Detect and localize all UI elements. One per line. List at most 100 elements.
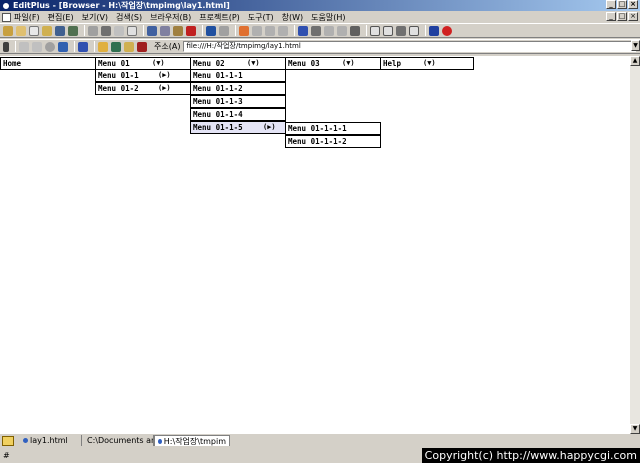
- menu-view[interactable]: 보기(V): [82, 12, 108, 23]
- toolbar-separator: [74, 41, 75, 52]
- menu-01-1-2-label: Menu 01-1-2: [193, 84, 243, 93]
- doc-close-button[interactable]: ×: [628, 12, 638, 21]
- editplus-app-icon: [2, 1, 10, 10]
- menu-file[interactable]: 파일(F): [14, 12, 40, 23]
- vertical-scrollbar[interactable]: ▲ ▼: [630, 56, 640, 434]
- find-icon[interactable]: [239, 25, 249, 36]
- maximize-button[interactable]: □: [617, 0, 627, 9]
- find-next-icon[interactable]: [252, 25, 262, 36]
- tab-label: lay1.html: [30, 436, 68, 445]
- word-wrap-icon[interactable]: [311, 25, 321, 36]
- home-icon[interactable]: [98, 41, 108, 52]
- minimize-button[interactable]: _: [606, 0, 616, 9]
- font-size-icon[interactable]: [78, 41, 88, 52]
- stop-icon[interactable]: [442, 25, 452, 36]
- save-icon[interactable]: [55, 25, 65, 36]
- open-icon[interactable]: [42, 25, 52, 36]
- menu-edit[interactable]: 편집(E): [48, 12, 74, 23]
- menu-01-1[interactable]: Menu 01-1 (▶): [95, 69, 191, 82]
- menu-01-label: Menu 01: [98, 59, 130, 68]
- column-select-icon[interactable]: [350, 25, 360, 36]
- document-icon[interactable]: [2, 12, 11, 22]
- menu-01-2[interactable]: Menu 01-2 (▶): [95, 82, 191, 95]
- menu-01-1-1-label: Menu 01-1-1: [193, 71, 243, 80]
- browser-toolbar: 주소(A) file:///H:/작업장/tmpimg/lay1.html: [0, 39, 640, 54]
- menu-help-link[interactable]: Help (▼): [380, 57, 474, 70]
- menu-help[interactable]: 도움말(H): [311, 12, 345, 23]
- scroll-up-arrow-icon[interactable]: ▲: [630, 56, 640, 66]
- menu-01-1-1-2[interactable]: Menu 01-1-1-2: [285, 135, 381, 148]
- menu-01-1-4[interactable]: Menu 01-1-4: [190, 108, 286, 121]
- menu-search[interactable]: 검색(S): [116, 12, 142, 23]
- refresh-icon[interactable]: [58, 41, 68, 52]
- menu-home[interactable]: Home: [0, 57, 96, 70]
- menu-03[interactable]: Menu 03 (▼): [285, 57, 381, 70]
- menu-project[interactable]: 프로젝트(P): [199, 12, 240, 23]
- address-dropdown-button[interactable]: ▼: [631, 40, 640, 51]
- menu-01-1-label: Menu 01-1: [98, 71, 139, 80]
- tab-documents[interactable]: C:\Documents an: [82, 435, 154, 446]
- undo-icon[interactable]: [206, 25, 216, 36]
- menu-01-1-5-label: Menu 01-1-5: [193, 123, 243, 132]
- window-cascade-icon[interactable]: [383, 25, 393, 36]
- tab-browser-active[interactable]: H:\작업장\tmpim: [154, 435, 230, 446]
- menu-help-label: Help: [383, 59, 402, 68]
- window-titlebar[interactable]: EditPlus - [Browser - H:\작업장\tmpimg\lay1…: [0, 0, 640, 11]
- new-document-icon[interactable]: [29, 25, 39, 36]
- line-number-icon[interactable]: [337, 25, 347, 36]
- new-file-icon[interactable]: [3, 25, 13, 36]
- menu-01-1-5[interactable]: Menu 01-1-5 (▶): [190, 121, 286, 134]
- menu-01-1-1[interactable]: Menu 01-1-1: [190, 69, 286, 82]
- directory-window-icon[interactable]: [396, 25, 406, 36]
- save-all-icon[interactable]: [68, 25, 78, 36]
- dropdown-arrow-icon: (▼): [152, 59, 165, 67]
- close-button[interactable]: ×: [628, 0, 638, 9]
- menu-browser[interactable]: 브라우저(B): [150, 12, 191, 23]
- menu-window[interactable]: 창(W): [282, 12, 304, 23]
- menu-tools[interactable]: 도구(T): [248, 12, 274, 23]
- cut-icon[interactable]: [147, 25, 157, 36]
- paste-icon[interactable]: [173, 25, 183, 36]
- submenu-arrow-icon: (▶): [263, 123, 276, 131]
- window-tile-icon[interactable]: [370, 25, 380, 36]
- toolbar-separator: [425, 25, 426, 36]
- redo-icon[interactable]: [219, 25, 229, 36]
- scroll-down-arrow-icon[interactable]: ▼: [630, 424, 640, 434]
- page-setup-icon[interactable]: [127, 25, 137, 36]
- doc-minimize-button[interactable]: _: [606, 12, 616, 21]
- ruler-icon[interactable]: [324, 25, 334, 36]
- menu-01-1-1-1[interactable]: Menu 01-1-1-1: [285, 122, 381, 135]
- document-tabbar: lay1.html C:\Documents an H:\작업장\tmpim: [0, 434, 640, 447]
- goto-icon[interactable]: [278, 25, 288, 36]
- menu-01-2-label: Menu 01-2: [98, 84, 139, 93]
- menu-01-1-3-label: Menu 01-1-3: [193, 97, 243, 106]
- folder-icon[interactable]: [2, 435, 14, 446]
- replace-icon[interactable]: [265, 25, 275, 36]
- stop-loading-icon[interactable]: [45, 41, 55, 52]
- spell-check-icon[interactable]: [114, 25, 124, 36]
- window-title: EditPlus - [Browser - H:\작업장\tmpimg\lay1…: [13, 1, 230, 10]
- menu-01-1-2[interactable]: Menu 01-1-2: [190, 82, 286, 95]
- tab-lay1-html[interactable]: lay1.html: [20, 435, 82, 446]
- copyright-watermark: Copyright(c) http://www.happycgi.com: [421, 448, 640, 463]
- copy-icon[interactable]: [160, 25, 170, 36]
- delete-icon[interactable]: [186, 25, 196, 36]
- print-icon[interactable]: [101, 25, 111, 36]
- back-icon[interactable]: [19, 41, 29, 52]
- favorites-icon[interactable]: [124, 41, 134, 52]
- dropdown-arrow-icon: (▼): [342, 59, 355, 67]
- open-folder-icon[interactable]: [16, 25, 26, 36]
- address-input[interactable]: file:///H:/작업장/tmpimg/lay1.html: [183, 41, 637, 52]
- output-window-icon[interactable]: [409, 25, 419, 36]
- edit-pencil-icon[interactable]: [3, 41, 9, 52]
- browser-icon: [158, 438, 162, 444]
- font-icon[interactable]: [298, 25, 308, 36]
- menu-01-1-3[interactable]: Menu 01-1-3: [190, 95, 286, 108]
- submenu-arrow-icon: (▶): [158, 84, 171, 92]
- forward-icon[interactable]: [32, 41, 42, 52]
- print-preview-icon[interactable]: [88, 25, 98, 36]
- doc-restore-button[interactable]: □: [617, 12, 627, 21]
- history-icon[interactable]: [137, 41, 147, 52]
- search-web-icon[interactable]: [111, 41, 121, 52]
- help-icon[interactable]: [429, 25, 439, 36]
